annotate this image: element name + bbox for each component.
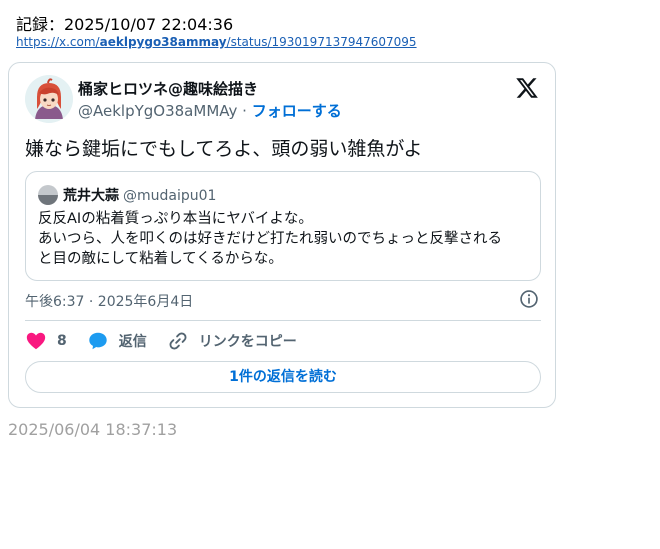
quote-line: あいつら、人を叩くのは好きだけど打たれ弱いのでちょっと反撃される (38, 231, 502, 247)
x-logo-icon[interactable] (515, 76, 539, 100)
tweet-timestamp[interactable]: 午後6:37 · 2025年6月4日 (25, 291, 193, 311)
record-timestamp: 記録：2025/10/07 22:04:36 (16, 15, 234, 34)
copy-link-label: リンクをコピー (198, 334, 297, 350)
read-replies-button[interactable]: 1件の返信を読む (25, 361, 541, 393)
avatar[interactable] (25, 75, 73, 123)
quoted-tweet[interactable]: 荒井大蒜 @mudaipu01 反反AIの粘着質っぷり本当にヤバイよな。 あいつら… (25, 171, 541, 281)
archive-date: 2025/06/04 18:37:13 (8, 420, 178, 439)
tweet-text: 嫌なら鍵垢にでもしてろよ、頭の弱い雑魚がよ (25, 138, 423, 160)
status-url-link[interactable]: https://x.com/aeklpygo38ammay/status/193… (16, 35, 417, 49)
divider (25, 320, 541, 321)
url-suffix: /status/1930197137947607095 (226, 35, 417, 49)
quote-line: 反反AIの粘着質っぷり本当にヤバイよな。 (38, 211, 313, 227)
handle-separator: · (242, 102, 247, 120)
author-name[interactable]: 桶家ヒロツネ@趣味絵描き (78, 78, 258, 99)
info-icon[interactable] (519, 289, 539, 309)
quote-author-name: 荒井大蒜 (63, 188, 119, 204)
tweet-card: 桶家ヒロツネ@趣味絵描き @AeklpYgO38aMMAy · フォローする 嫌… (8, 62, 556, 408)
follow-button[interactable]: フォローする (252, 102, 342, 120)
quote-author-handle: @mudaipu01 (123, 188, 217, 204)
link-icon (169, 332, 187, 350)
like-button[interactable]: 8 (25, 330, 67, 352)
like-count: 8 (57, 333, 67, 349)
speech-bubble-icon (89, 332, 107, 350)
url-user: aeklpygo38ammay (99, 35, 227, 49)
heart-icon (26, 332, 46, 350)
quote-text: 反反AIの粘着質っぷり本当にヤバイよな。 あいつら、人を叩くのは好きだけど打たれ… (38, 209, 532, 269)
quote-line: と目の敵にして粘着してくるからな。 (38, 251, 283, 267)
reply-button[interactable]: 返信 (87, 330, 147, 352)
url-prefix: https://x.com/ (16, 35, 100, 49)
author-handle[interactable]: @AeklpYgO38aMMAy (78, 102, 237, 120)
action-bar: 8 返信 リンクをコピー (25, 329, 317, 353)
copy-link-button[interactable]: リンクをコピー (167, 330, 297, 352)
author-handle-row: @AeklpYgO38aMMAy · フォローする (78, 100, 342, 121)
quote-author: 荒井大蒜 @mudaipu01 (63, 185, 216, 205)
reply-label: 返信 (118, 334, 147, 350)
quote-avatar (38, 185, 58, 205)
